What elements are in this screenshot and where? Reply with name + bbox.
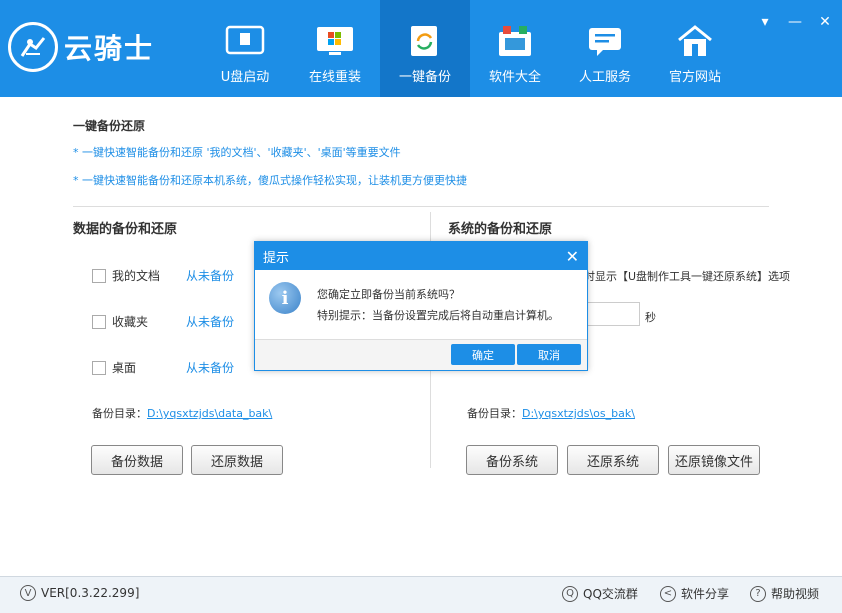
share-text: 软件分享 xyxy=(681,587,730,601)
checkbox[interactable] xyxy=(92,314,106,329)
data-backup-title: 数据的备份和还原 xyxy=(73,222,178,237)
dialog-buttons: 确定 取消 xyxy=(255,340,587,370)
app-header: 云骑士 U盘启动 在线重装 一键备份 软件大全 人工服务 官方网站 ▾ — ✕ xyxy=(0,0,842,97)
seconds-unit: 秒 xyxy=(645,311,656,324)
checkbox[interactable] xyxy=(92,268,106,283)
nav-label: 在线重装 xyxy=(308,70,361,85)
backup-icon xyxy=(405,24,445,58)
status-bar: V VER[0.3.22.299] Q QQ交流群 < 软件分享 ? 帮助视频 xyxy=(0,576,842,613)
restore-data-button[interactable]: 还原数据 xyxy=(191,445,283,475)
menu-dropdown-icon[interactable]: ▾ xyxy=(758,14,772,30)
restore-system-button[interactable]: 还原系统 xyxy=(567,445,659,475)
checkbox[interactable] xyxy=(92,360,106,375)
help-text: 帮助视频 xyxy=(771,587,820,601)
confirm-dialog: 提示 ✕ i 您确定立即备份当前系统吗？ 特别提示：当备份设置完成后将自动重启计… xyxy=(254,241,588,371)
check-label: 桌面 xyxy=(112,361,137,375)
nav-label: 官方网站 xyxy=(668,70,721,85)
help-icon: ? xyxy=(750,585,766,602)
app-logo: 云骑士 xyxy=(8,22,154,72)
nav-label: 软件大全 xyxy=(488,70,541,85)
data-backup-dir: 备份目录：D:\yqsxtzjds\data_bak\ xyxy=(92,405,272,421)
chat-icon xyxy=(585,24,625,58)
share-link[interactable]: < 软件分享 xyxy=(660,585,729,602)
version-text: VER[0.3.22.299] xyxy=(41,586,140,600)
nav-usb-boot[interactable]: U盘启动 xyxy=(200,0,290,97)
seconds-input[interactable] xyxy=(580,302,640,326)
backup-status: 从未备份 xyxy=(186,361,235,375)
ok-button[interactable]: 确定 xyxy=(451,344,515,365)
app-name: 云骑士 xyxy=(64,32,155,65)
version-info[interactable]: V VER[0.3.22.299] xyxy=(20,585,139,601)
info-icon: i xyxy=(269,282,301,314)
knight-logo-icon xyxy=(8,22,58,72)
sys-dir-link[interactable]: D:\yqsxtzjds\os_bak\ xyxy=(522,407,635,420)
qq-text: QQ交流群 xyxy=(583,587,638,601)
nav-label: 一键备份 xyxy=(398,70,451,85)
check-desktop[interactable]: 桌面 从未备份 xyxy=(92,359,234,376)
page-title: 一键备份还原 xyxy=(73,119,146,133)
window-controls: ▾ — ✕ xyxy=(758,14,832,30)
dialog-titlebar: 提示 ✕ xyxy=(255,242,587,270)
software-icon xyxy=(495,24,535,58)
check-favorites[interactable]: 收藏夹 从未备份 xyxy=(92,313,234,330)
share-icon: < xyxy=(660,585,676,602)
qq-icon: Q xyxy=(562,585,578,602)
backup-system-button[interactable]: 备份系统 xyxy=(466,445,558,475)
usb-icon xyxy=(225,24,265,58)
nav-software[interactable]: 软件大全 xyxy=(470,0,560,97)
dialog-close-icon[interactable]: ✕ xyxy=(566,247,579,266)
restore-image-button[interactable]: 还原镜像文件 xyxy=(668,445,760,475)
nav-one-click-backup[interactable]: 一键备份 xyxy=(380,0,470,97)
check-my-documents[interactable]: 我的文档 从未备份 xyxy=(92,267,234,284)
nav-online-reinstall[interactable]: 在线重装 xyxy=(290,0,380,97)
sys-backup-dir: 备份目录：D:\yqsxtzjds\os_bak\ xyxy=(467,405,635,421)
backup-status: 从未备份 xyxy=(186,315,235,329)
check-label: 我的文档 xyxy=(112,269,161,283)
data-dir-link[interactable]: D:\yqsxtzjds\data_bak\ xyxy=(147,407,272,420)
intro-note-1: * 一键快速智能备份和还原 '我的文档'、'收藏夹'、'桌面'等重要文件 xyxy=(73,146,401,159)
dir-label: 备份目录： xyxy=(467,407,522,420)
nav-label: 人工服务 xyxy=(578,70,631,85)
backup-status: 从未备份 xyxy=(186,269,235,283)
windows-icon xyxy=(315,24,355,58)
divider xyxy=(73,206,769,207)
dir-label: 备份目录： xyxy=(92,407,147,420)
close-icon[interactable]: ✕ xyxy=(818,14,832,30)
help-video-link[interactable]: ? 帮助视频 xyxy=(750,585,819,602)
sys-backup-hint: 时显示【U盘制作工具一键还原系统】选项 xyxy=(584,270,791,283)
sys-backup-title: 系统的备份和还原 xyxy=(448,222,553,237)
check-label: 收藏夹 xyxy=(112,315,149,329)
home-icon xyxy=(675,24,715,58)
dialog-warning: 特别提示：当备份设置完成后将自动重启计算机。 xyxy=(317,309,559,322)
minimize-icon[interactable]: — xyxy=(788,14,802,30)
version-icon: V xyxy=(20,585,36,601)
dialog-body: i 您确定立即备份当前系统吗？ 特别提示：当备份设置完成后将自动重启计算机。 xyxy=(255,270,587,340)
dialog-title: 提示 xyxy=(263,250,290,266)
qq-group-link[interactable]: Q QQ交流群 xyxy=(562,585,638,602)
intro-note-2: * 一键快速智能备份和还原本机系统，傻瓜式操作轻松实现，让装机更方便更快捷 xyxy=(73,174,467,187)
dialog-message: 您确定立即备份当前系统吗？ xyxy=(317,288,460,301)
nav-official-site[interactable]: 官方网站 xyxy=(650,0,740,97)
nav-support[interactable]: 人工服务 xyxy=(560,0,650,97)
main-nav: U盘启动 在线重装 一键备份 软件大全 人工服务 官方网站 xyxy=(200,0,740,97)
nav-label: U盘启动 xyxy=(220,70,270,85)
backup-data-button[interactable]: 备份数据 xyxy=(91,445,183,475)
cancel-button[interactable]: 取消 xyxy=(517,344,581,365)
